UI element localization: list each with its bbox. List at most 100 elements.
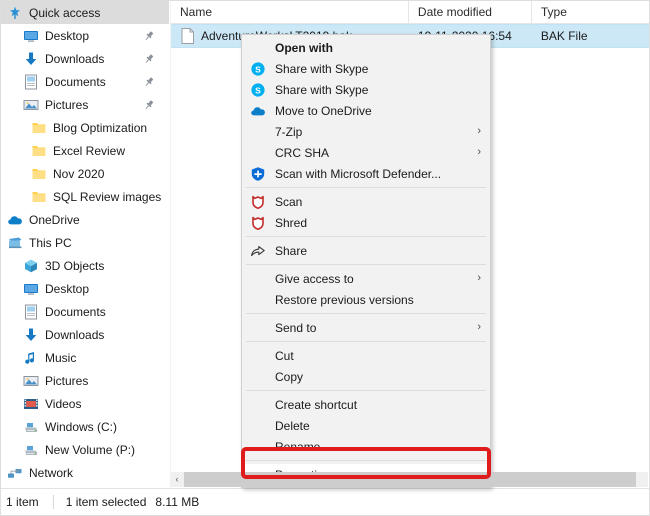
menu-separator — [246, 390, 486, 391]
sidebar-item-label: Pictures — [45, 373, 89, 388]
sidebar-item-desktop[interactable]: Desktop — [1, 24, 169, 47]
onedrive-icon — [7, 212, 23, 228]
menu-item-delete[interactable]: Delete — [242, 415, 490, 436]
menu-icon-placeholder — [250, 124, 266, 140]
column-header-date-modified[interactable]: Date modified — [409, 1, 532, 23]
pin-icon[interactable] — [143, 53, 155, 65]
menu-item-label: Give access to — [275, 271, 354, 286]
thispc-icon — [7, 235, 23, 251]
network-icon — [7, 465, 23, 481]
sidebar-item-pictures[interactable]: Pictures — [1, 369, 169, 392]
chevron-right-icon: › — [477, 272, 481, 284]
file-explorer-window: Quick access Desktop Downloads Documents Pic… — [0, 0, 650, 516]
music-icon — [23, 350, 39, 366]
sidebar-item-this-pc[interactable]: This PC — [1, 231, 169, 254]
sidebar-item-documents[interactable]: Documents — [1, 300, 169, 323]
menu-item-create-shortcut[interactable]: Create shortcut — [242, 394, 490, 415]
menu-icon-placeholder — [250, 292, 266, 308]
pin-icon[interactable] — [143, 99, 155, 111]
menu-item-crc-sha[interactable]: CRC SHA › — [242, 142, 490, 163]
navigation-pane[interactable]: Quick access Desktop Downloads Documents Pic… — [1, 1, 169, 488]
horizontal-scrollbar-thumb[interactable] — [184, 472, 636, 487]
menu-separator — [246, 313, 486, 314]
sidebar-item-excel-review[interactable]: Excel Review — [1, 139, 169, 162]
horizontal-scrollbar[interactable]: ‹ — [170, 472, 648, 487]
menu-icon-placeholder — [250, 40, 266, 56]
menu-icon-placeholder — [250, 145, 266, 161]
skype-icon: S — [250, 82, 266, 98]
menu-item-scan[interactable]: Scan — [242, 191, 490, 212]
folder-icon — [31, 166, 47, 182]
sidebar-item-documents[interactable]: Documents — [1, 70, 169, 93]
sidebar-item-desktop[interactable]: Desktop — [1, 277, 169, 300]
sidebar-item-label: Music — [45, 350, 77, 365]
menu-icon-placeholder — [250, 418, 266, 434]
menu-item-send-to[interactable]: Send to › — [242, 317, 490, 338]
menu-item-label: Move to OneDrive — [275, 103, 372, 118]
sidebar-item-label: SQL Review images — [53, 189, 162, 204]
menu-item-label: Create shortcut — [275, 397, 358, 412]
menu-icon-placeholder — [250, 397, 266, 413]
sidebar-item-blog-optimization[interactable]: Blog Optimization — [1, 116, 169, 139]
pin-icon[interactable] — [143, 30, 155, 42]
menu-item-give-access-to[interactable]: Give access to › — [242, 268, 490, 289]
sidebar-item-label: Windows (C:) — [45, 419, 118, 434]
sidebar-item-label: OneDrive — [29, 212, 80, 227]
menu-item-scan-with-microsoft-defender[interactable]: Scan with Microsoft Defender... — [242, 163, 490, 184]
menu-item-share-with-skype[interactable]: S Share with Skype — [242, 58, 490, 79]
sidebar-item-music[interactable]: Music — [1, 346, 169, 369]
desktop-icon — [23, 28, 39, 44]
sidebar-item-network[interactable]: Network — [1, 461, 169, 484]
sidebar-item-videos[interactable]: Videos — [1, 392, 169, 415]
sidebar-item-downloads[interactable]: Downloads — [1, 323, 169, 346]
sidebar-item-label: Videos — [45, 396, 82, 411]
sidebar-item-new-volume-p[interactable]: New Volume (P:) — [1, 438, 169, 461]
menu-item-cut[interactable]: Cut — [242, 345, 490, 366]
sidebar-item-label: Blog Optimization — [53, 120, 148, 135]
sidebar-item-label: Desktop — [45, 28, 90, 43]
menu-icon-placeholder — [250, 320, 266, 336]
sidebar-item-label: Pictures — [45, 97, 89, 112]
documents-icon — [23, 74, 39, 90]
sidebar-item-label: 3D Objects — [45, 258, 105, 273]
menu-item-share[interactable]: Share — [242, 240, 490, 261]
file-type-cell: BAK File — [540, 29, 588, 43]
menu-item-7-zip[interactable]: 7-Zip › — [242, 121, 490, 142]
star-pin-icon — [7, 5, 23, 21]
menu-item-share-with-skype[interactable]: S Share with Skype — [242, 79, 490, 100]
status-selection: 1 item selected — [65, 495, 147, 509]
sidebar-item-sql-review-images[interactable]: SQL Review images — [1, 185, 169, 208]
context-menu[interactable]: Open with S Share with Skype S Share with Sk… — [241, 34, 491, 488]
menu-separator — [246, 236, 486, 237]
menu-item-label: Scan with Microsoft Defender... — [275, 166, 442, 181]
sidebar-item-nov-2020[interactable]: Nov 2020 — [1, 162, 169, 185]
column-header-type[interactable]: Type — [532, 1, 649, 23]
3dobjects-icon — [23, 258, 39, 274]
column-header-name[interactable]: Name — [171, 1, 409, 23]
menu-item-rename[interactable]: Rename — [242, 436, 490, 457]
menu-item-copy[interactable]: Copy — [242, 366, 490, 387]
status-item-count: 1 item — [6, 495, 39, 509]
menu-item-open-with[interactable]: Open with — [242, 37, 490, 58]
menu-item-label: Delete — [275, 418, 310, 433]
menu-item-restore-previous-versions[interactable]: Restore previous versions — [242, 289, 490, 310]
menu-item-move-to-onedrive[interactable]: Move to OneDrive — [242, 100, 490, 121]
status-divider — [52, 495, 54, 509]
svg-text:S: S — [255, 85, 261, 95]
sidebar-item-3d-objects[interactable]: 3D Objects — [1, 254, 169, 277]
menu-item-shred[interactable]: Shred — [242, 212, 490, 233]
folder-icon — [31, 120, 47, 136]
sidebar-item-label: Excel Review — [53, 143, 126, 158]
sidebar-item-onedrive[interactable]: OneDrive — [1, 208, 169, 231]
sidebar-item-windows-c[interactable]: Windows (C:) — [1, 415, 169, 438]
shield-red-icon — [250, 215, 266, 231]
sidebar-item-quick-access[interactable]: Quick access — [1, 1, 169, 24]
sidebar-item-pictures[interactable]: Pictures — [1, 93, 169, 116]
pin-icon[interactable] — [143, 76, 155, 88]
chevron-right-icon: › — [477, 125, 481, 137]
sidebar-item-downloads[interactable]: Downloads — [1, 47, 169, 70]
menu-item-label: CRC SHA — [275, 145, 330, 160]
sidebar-item-label: Downloads — [45, 51, 105, 66]
sidebar-item-label: Documents — [45, 304, 106, 319]
scroll-left-arrow-icon[interactable]: ‹ — [170, 472, 184, 487]
